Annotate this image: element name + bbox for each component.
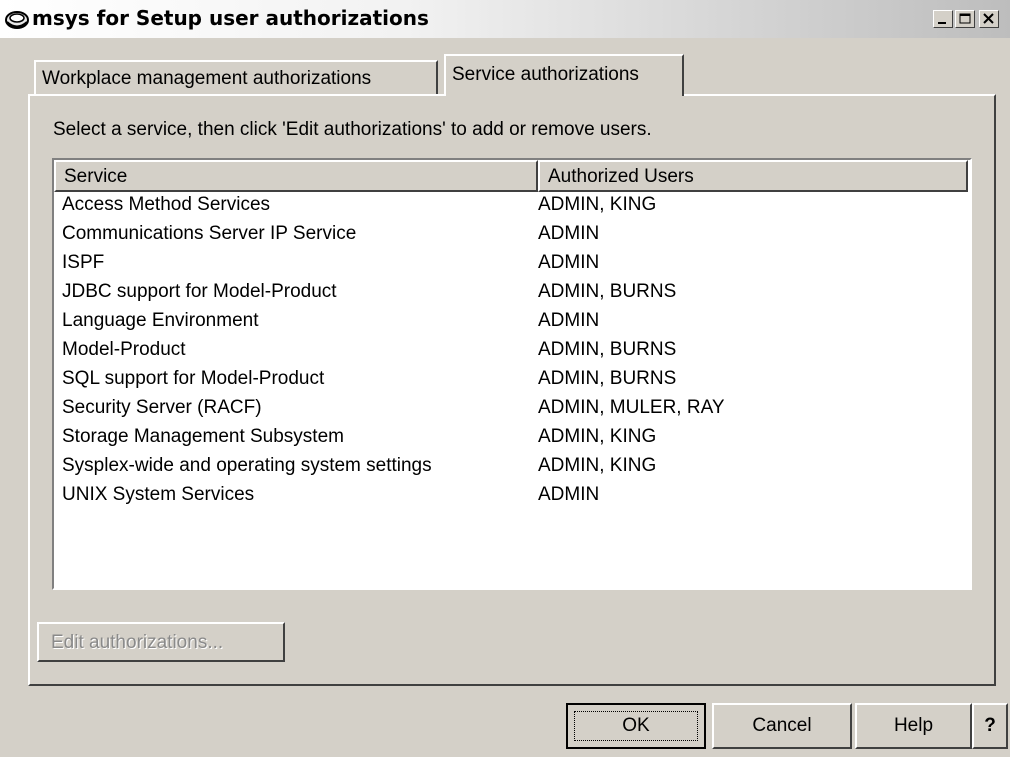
users-cell: ADMIN, BURNS — [538, 281, 677, 302]
table-row[interactable]: Communications Server IP Service ADMIN — [54, 223, 966, 252]
help-button[interactable]: Help — [855, 703, 972, 749]
close-icon[interactable] — [979, 10, 999, 28]
column-header-authorized-users[interactable]: Authorized Users — [538, 160, 968, 192]
service-cell: Access Method Services — [62, 194, 271, 215]
tab-label: Service authorizations — [452, 64, 639, 85]
table-row[interactable]: SQL support for Model-Product ADMIN, BUR… — [54, 368, 966, 397]
users-cell: ADMIN — [538, 484, 600, 505]
table-row[interactable]: Access Method Services ADMIN, KING — [54, 194, 966, 223]
service-cell: Security Server (RACF) — [62, 397, 262, 418]
users-cell: ADMIN — [538, 252, 600, 273]
service-cell: SQL support for Model-Product — [62, 368, 325, 389]
table-row[interactable]: UNIX System Services ADMIN — [54, 484, 966, 513]
column-header-service[interactable]: Service — [54, 160, 538, 192]
table-row[interactable]: JDBC support for Model-Product ADMIN, BU… — [54, 281, 966, 310]
service-cell: Storage Management Subsystem — [62, 426, 344, 447]
users-cell: ADMIN, KING — [538, 194, 657, 215]
edit-authorizations-button[interactable]: Edit authorizations... — [37, 622, 285, 662]
users-cell: ADMIN, BURNS — [538, 368, 677, 389]
maximize-icon[interactable] — [955, 10, 975, 28]
tab-label: Workplace management authorizations — [42, 68, 372, 89]
table-row[interactable]: Model-Product ADMIN, BURNS — [54, 339, 966, 368]
dialog-window: msys for Setup user authorizations Workp… — [0, 0, 1010, 757]
instruction-text: Select a service, then click 'Edit autho… — [53, 119, 652, 140]
service-cell: Language Environment — [62, 310, 259, 331]
users-cell: ADMIN, MULER, RAY — [538, 397, 725, 418]
cancel-button[interactable]: Cancel — [712, 703, 852, 749]
service-table[interactable]: Service Authorized Users Access Method S… — [52, 158, 972, 590]
table-row[interactable]: Sysplex-wide and operating system settin… — [54, 455, 966, 484]
users-cell: ADMIN — [538, 310, 600, 331]
users-cell: ADMIN, BURNS — [538, 339, 677, 360]
title-bar[interactable]: msys for Setup user authorizations — [0, 0, 1010, 38]
users-cell: ADMIN, KING — [538, 455, 657, 476]
window-title: msys for Setup user authorizations — [32, 6, 429, 30]
tab-workplace-management-authorizations[interactable]: Workplace management authorizations — [34, 60, 438, 94]
table-row[interactable]: Security Server (RACF) ADMIN, MULER, RAY — [54, 397, 966, 426]
minimize-icon[interactable] — [933, 10, 953, 28]
service-cell: Communications Server IP Service — [62, 223, 357, 244]
service-cell: UNIX System Services — [62, 484, 255, 505]
msys-app-icon — [4, 7, 30, 31]
table-row[interactable]: Language Environment ADMIN — [54, 310, 966, 339]
focus-rectangle — [574, 711, 698, 741]
users-cell: ADMIN — [538, 223, 600, 244]
ok-button[interactable]: OK — [566, 703, 706, 749]
users-cell: ADMIN, KING — [538, 426, 657, 447]
service-cell: ISPF — [62, 252, 105, 273]
service-cell: Model-Product — [62, 339, 186, 360]
context-help-button[interactable]: ? — [972, 703, 1008, 749]
table-row[interactable]: Storage Management Subsystem ADMIN, KING — [54, 426, 966, 455]
service-cell: Sysplex-wide and operating system settin… — [62, 455, 432, 476]
service-cell: JDBC support for Model-Product — [62, 281, 337, 302]
table-row[interactable]: ISPF ADMIN — [54, 252, 966, 281]
tab-service-authorizations[interactable]: Service authorizations — [444, 54, 684, 96]
